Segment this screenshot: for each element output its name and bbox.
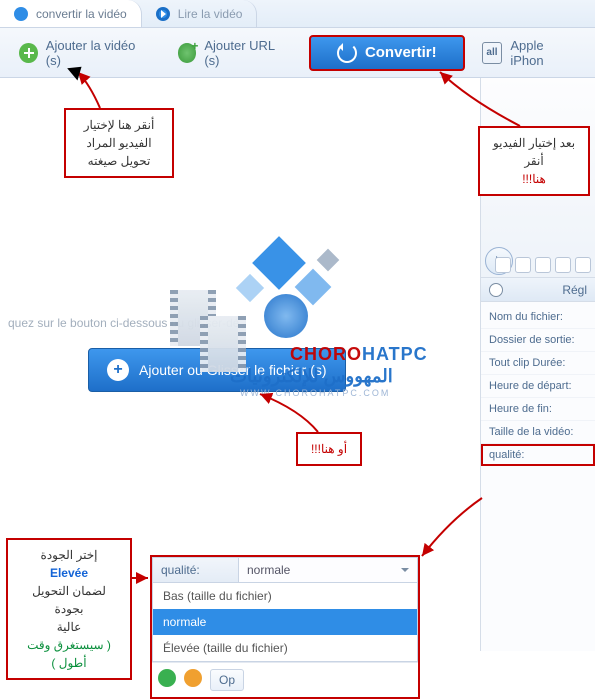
quality-option-low[interactable]: Bas (taille du fichier) — [153, 583, 417, 609]
next-frame-button[interactable] — [515, 257, 531, 273]
tab-convert[interactable]: convertir la vidéo — [0, 0, 142, 27]
quality-options: Bas (taille du fichier) normale Élevée (… — [152, 583, 418, 662]
annotation-quality: إختر الجودة Elevée لضمان التحويل بجودة ع… — [6, 538, 132, 680]
tab-convert-label: convertir la vidéo — [36, 7, 127, 21]
cursor-icon — [70, 60, 86, 80]
preset-label: Apple iPhon — [510, 38, 576, 68]
quality-label: qualité: — [153, 558, 238, 582]
volume-button[interactable] — [555, 257, 571, 273]
gear-icon[interactable] — [489, 283, 503, 297]
convert-icon — [14, 7, 28, 21]
field-size: Taille de la vidéo: — [481, 421, 595, 444]
add-url-label: Ajouter URL (s) — [204, 38, 288, 68]
warn-icon[interactable] — [184, 669, 202, 687]
annotation-add-video: أنقر هنا لإختيار الفيديو المراد تحويل صي… — [64, 108, 174, 178]
convert-button[interactable]: Convertir! — [309, 35, 465, 71]
field-filename: Nom du fichier: — [481, 306, 595, 329]
refresh-icon — [337, 43, 357, 63]
field-start: Heure de départ: — [481, 375, 595, 398]
annotation-or-here: أو هنا!!! — [296, 432, 362, 466]
field-end: Heure de fin: — [481, 398, 595, 421]
add-video-label: Ajouter la vidéo (s) — [46, 38, 148, 68]
annotation-convert: بعد إختيار الفيديو أنقر هنا!!! — [478, 126, 590, 196]
ok-icon[interactable] — [158, 669, 176, 687]
tab-play-label: Lire la vidéo — [178, 7, 243, 21]
settings-title: Régl — [562, 283, 587, 297]
quality-select[interactable]: normale — [238, 558, 417, 582]
watermark-logo: CHOROHATPC المهووس للإلكترونيات WWW.CHOR… — [170, 238, 400, 408]
quality-option-high[interactable]: Élevée (taille du fichier) — [153, 635, 417, 661]
settings-header: Régl — [481, 278, 595, 302]
field-duration: Tout clip Durée: — [481, 352, 595, 375]
settings-fields: Nom du fichier: Dossier de sortie: Tout … — [481, 302, 595, 470]
options-button[interactable]: Op — [210, 669, 244, 691]
preset-button[interactable]: all Apple iPhon — [469, 35, 589, 71]
prev-frame-button[interactable] — [495, 257, 511, 273]
field-output: Dossier de sortie: — [481, 329, 595, 352]
plus-icon — [19, 43, 38, 63]
plus-circle-icon: + — [107, 359, 129, 381]
add-url-button[interactable]: Ajouter URL (s) — [165, 35, 301, 71]
field-quality[interactable]: qualité: — [481, 444, 595, 466]
convert-label: Convertir! — [365, 44, 437, 61]
globe-icon — [178, 43, 197, 63]
snapshot-button[interactable] — [535, 257, 551, 273]
tab-play[interactable]: Lire la vidéo — [142, 0, 258, 27]
play-icon — [156, 7, 170, 21]
quality-option-normal[interactable]: normale — [153, 609, 417, 635]
fullscreen-button[interactable] — [575, 257, 591, 273]
all-icon: all — [482, 42, 503, 64]
quality-panel: qualité: normale Bas (taille du fichier)… — [150, 555, 420, 699]
tab-bar: convertir la vidéo Lire la vidéo — [0, 0, 595, 28]
